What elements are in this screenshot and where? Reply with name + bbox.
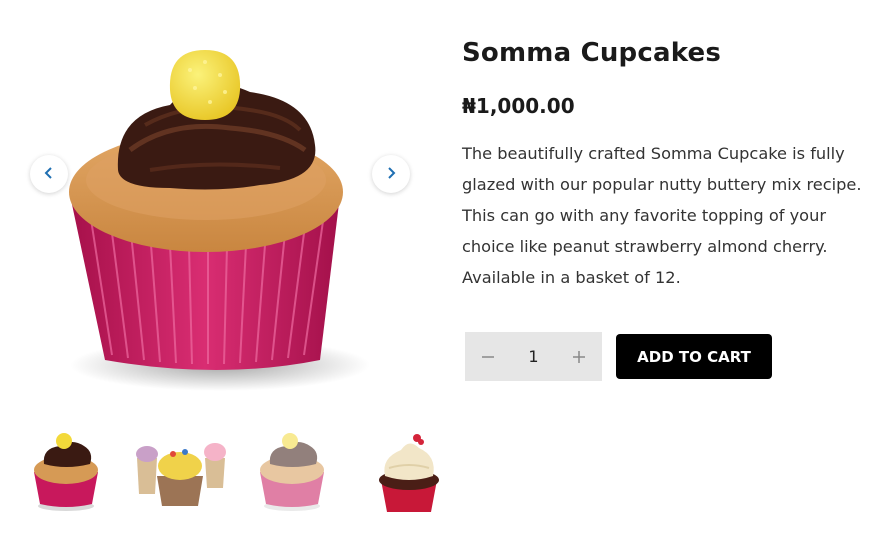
add-to-cart-button[interactable]: ADD TO CART <box>616 334 772 379</box>
product-description: The beautifully crafted Somma Cupcake is… <box>462 144 862 287</box>
thumbnail-strip <box>20 428 472 516</box>
thumbnail-2[interactable] <box>133 428 228 516</box>
quantity-value[interactable]: 1 <box>518 347 548 366</box>
chevron-left-icon <box>42 165 56 184</box>
gallery-prev-button[interactable] <box>30 155 68 193</box>
quantity-increase-button[interactable] <box>564 342 594 372</box>
thumbnail-3[interactable] <box>246 428 341 516</box>
purchase-actions: 1 ADD TO CART <box>465 332 772 381</box>
product-title: Somma Cupcakes <box>462 38 722 68</box>
quantity-decrease-button[interactable] <box>473 342 503 372</box>
gallery-next-button[interactable] <box>372 155 410 193</box>
thumbnail-1[interactable] <box>20 428 115 516</box>
chevron-right-icon <box>384 165 398 184</box>
minus-icon <box>481 355 494 358</box>
product-price: ₦1,000.00 <box>462 94 575 118</box>
product-info: Somma Cupcakes ₦1,000.00 The beautifully… <box>462 30 882 293</box>
plus-icon <box>573 350 586 363</box>
thumbnail-4[interactable] <box>359 428 454 516</box>
product-gallery <box>20 20 420 413</box>
product-main-image <box>69 50 370 391</box>
quantity-stepper: 1 <box>465 332 602 381</box>
